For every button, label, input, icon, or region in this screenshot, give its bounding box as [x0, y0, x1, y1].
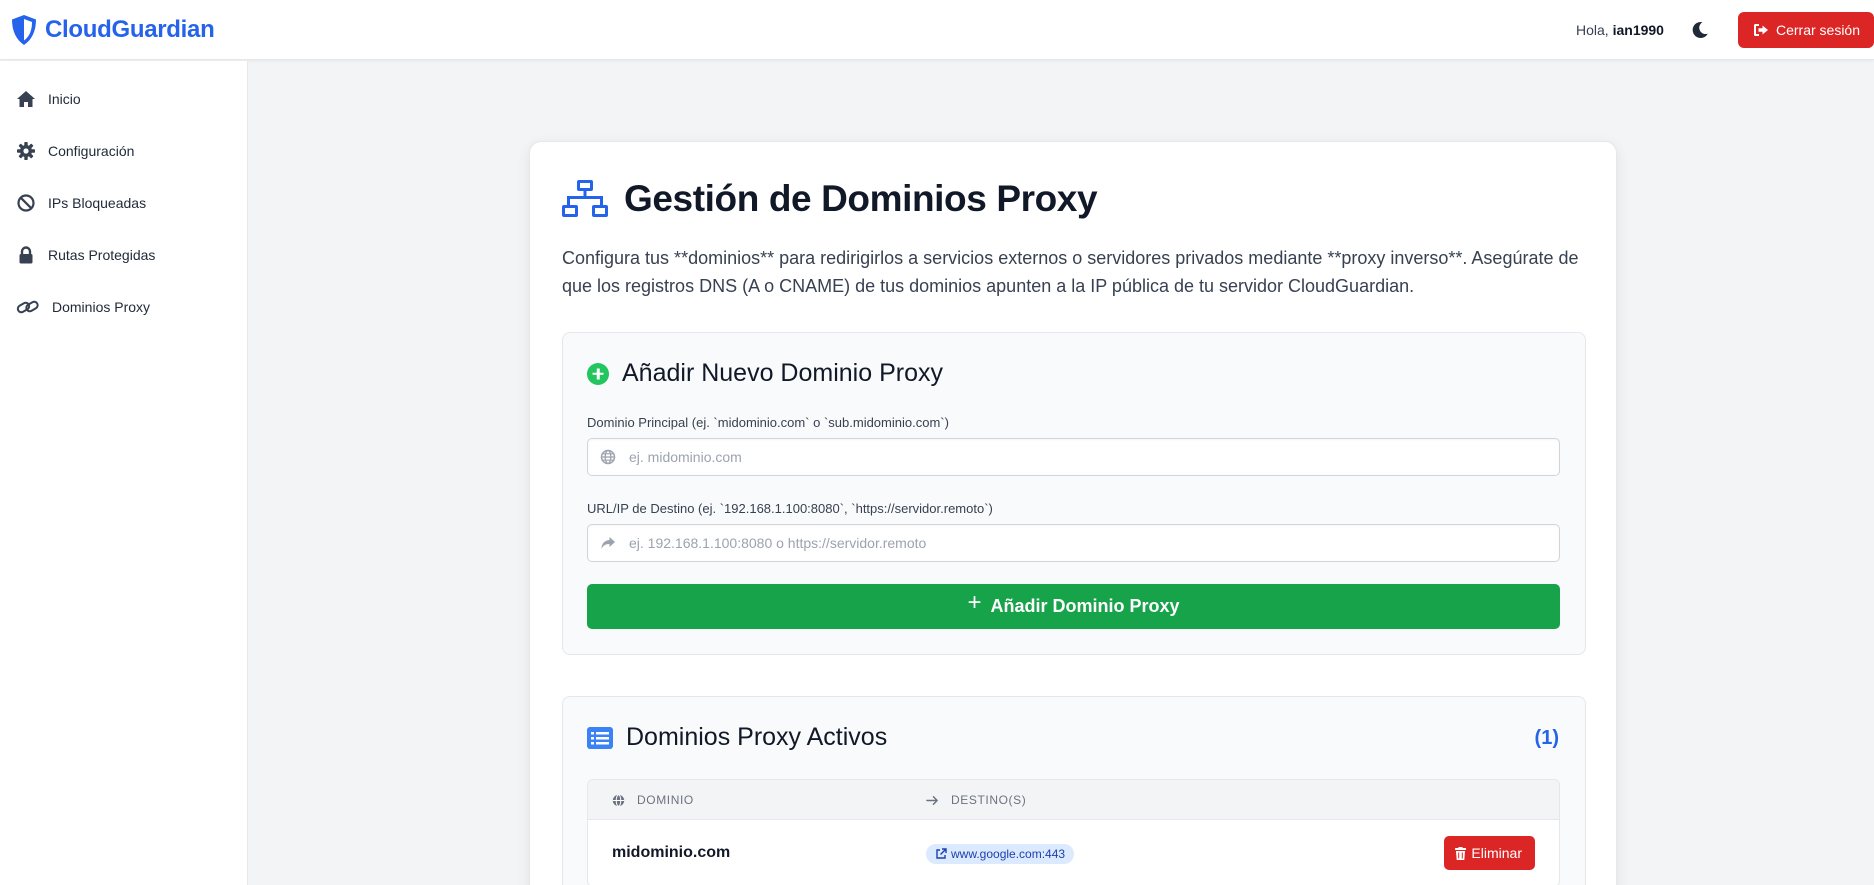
list-icon	[587, 726, 613, 749]
link-icon	[16, 300, 39, 314]
lock-icon	[19, 246, 33, 264]
delete-button-label: Eliminar	[1471, 845, 1522, 861]
sidebar-item-label: Rutas Protegidas	[48, 247, 156, 263]
page-description: Configura tus **dominios** para redirigi…	[562, 248, 1579, 296]
brand-logo-link[interactable]: CloudGuardian	[10, 14, 215, 46]
username: ian1990	[1612, 21, 1664, 38]
sidebar-item-rutas-protegidas[interactable]: Rutas Protegidas	[16, 245, 155, 265]
sidebar-item-label: Inicio	[48, 91, 81, 107]
add-section-header: Añadir Nuevo Dominio Proxy	[587, 359, 943, 388]
moon-icon[interactable]	[1690, 20, 1710, 40]
active-domains-panel: Dominios Proxy Activos (1) DOMINIO DESTI…	[562, 696, 1586, 885]
logout-button[interactable]: Cerrar sesión	[1737, 11, 1874, 48]
row-domain: midominio.com	[612, 844, 731, 861]
add-domain-button-label: Añadir Dominio Proxy	[990, 596, 1180, 616]
table-header: DOMINIO DESTINO(S)	[588, 780, 1559, 820]
sidebar-item-ips-bloqueadas[interactable]: IPs Bloqueadas	[16, 193, 146, 213]
home-icon	[17, 91, 35, 107]
plus-circle-icon	[587, 362, 609, 385]
external-link-icon	[936, 848, 947, 859]
ban-icon	[17, 194, 35, 212]
domains-table: DOMINIO DESTINO(S) midominio.com www.goo…	[587, 779, 1560, 885]
domain-input[interactable]: ej. midominio.com	[587, 438, 1560, 476]
shield-icon	[12, 14, 36, 45]
globe-icon	[600, 449, 616, 465]
domain-field-label: Dominio Principal (ej. `midominio.com` o…	[587, 415, 949, 430]
plus-icon: +	[967, 588, 982, 616]
target-field-label: URL/IP de Destino (ej. `192.168.1.100:80…	[587, 501, 993, 516]
active-section-header: Dominios Proxy Activos	[587, 723, 887, 752]
sign-out-icon	[1753, 23, 1768, 36]
user-greeting: Hola, ian1990	[1576, 22, 1664, 38]
destination-link[interactable]: www.google.com:443	[926, 844, 1075, 864]
column-header-label: DESTINO(S)	[951, 793, 1027, 807]
sidebar-item-inicio[interactable]: Inicio	[16, 89, 81, 109]
logout-label: Cerrar sesión	[1775, 21, 1860, 38]
top-navbar: CloudGuardian Hola, ian1990 Cerrar sesió…	[0, 0, 1874, 60]
column-header-domain: DOMINIO	[612, 780, 694, 820]
sidebar-item-label: IPs Bloqueadas	[48, 195, 147, 211]
add-section-title: Añadir Nuevo Dominio Proxy	[622, 359, 943, 387]
sidebar-item-label: Configuración	[48, 143, 135, 159]
column-header-label: DOMINIO	[637, 793, 694, 807]
sidebar-item-dominios-proxy[interactable]: Dominios Proxy	[16, 297, 150, 317]
page-title: Gestión de Dominios Proxy	[624, 178, 1098, 219]
destination-label: www.google.com:443	[951, 847, 1066, 861]
domain-input-placeholder: ej. midominio.com	[629, 449, 742, 465]
add-domain-button[interactable]: + Añadir Dominio Proxy	[587, 584, 1560, 629]
table-row: midominio.com www.google.com:443 Elimina…	[588, 820, 1559, 885]
greeting-prefix: Hola,	[1576, 21, 1613, 38]
brand-name: CloudGuardian	[45, 15, 215, 43]
column-header-destination: DESTINO(S)	[926, 780, 1026, 820]
gear-icon	[17, 142, 35, 160]
delete-domain-button[interactable]: Eliminar	[1444, 836, 1535, 870]
active-section-title: Dominios Proxy Activos	[626, 723, 888, 751]
proxy-domains-card: Gestión de Dominios Proxy Configura tus …	[529, 141, 1617, 885]
sidebar-item-label: Dominios Proxy	[52, 299, 151, 315]
target-input[interactable]: ej. 192.168.1.100:8080 o https://servido…	[587, 524, 1560, 562]
page-header: Gestión de Dominios Proxy	[562, 178, 1098, 220]
target-input-placeholder: ej. 192.168.1.100:8080 o https://servido…	[629, 535, 927, 551]
sidebar: Inicio Configuración IPs Bloqueadas Ruta…	[0, 61, 248, 885]
arrow-right-icon	[926, 795, 938, 805]
active-domains-count: (1)	[1534, 727, 1559, 749]
sidebar-item-configuracion[interactable]: Configuración	[16, 141, 134, 161]
share-arrow-icon	[601, 537, 615, 549]
network-icon	[562, 180, 608, 217]
globe-icon	[612, 793, 625, 807]
add-domain-panel: Añadir Nuevo Dominio Proxy Dominio Princ…	[562, 332, 1586, 655]
trash-icon	[1455, 846, 1467, 860]
